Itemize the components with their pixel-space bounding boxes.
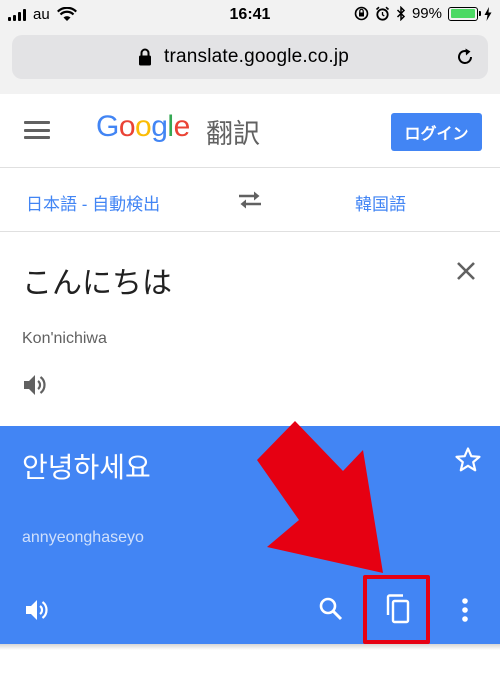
logo-letter: o <box>118 110 136 143</box>
more-vert-icon[interactable] <box>460 596 470 624</box>
source-text-input[interactable]: こんにちは <box>22 258 172 302</box>
url-text: translate.google.co.jp <box>164 46 350 67</box>
speaker-icon[interactable] <box>24 597 52 623</box>
search-icon[interactable] <box>318 596 344 622</box>
lock-icon <box>139 48 151 66</box>
app-header: Google 翻訳 ログイン <box>0 94 500 168</box>
red-arrow-icon <box>257 421 383 573</box>
status-right: 99% <box>354 5 492 22</box>
orientation-lock-icon <box>354 6 369 21</box>
reload-icon[interactable] <box>454 46 476 68</box>
star-icon[interactable] <box>454 446 482 474</box>
target-language-select[interactable]: 韓国語 <box>355 190 406 215</box>
battery-icon <box>448 6 481 21</box>
battery-percent: 99% <box>411 5 442 22</box>
bluetooth-icon <box>396 6 406 21</box>
translation-text: 안녕하세요 <box>22 452 151 483</box>
source-language-select[interactable]: 日本語 - 自動検出 <box>26 190 160 215</box>
google-logo: Google <box>96 110 190 144</box>
logo-letter: g <box>151 110 168 143</box>
source-panel: こんにちは Kon'nichiwa <box>0 232 500 426</box>
charging-icon <box>484 6 492 21</box>
app-subtitle: 翻訳 <box>206 119 260 149</box>
browser-toolbar: translate.google.co.jp <box>0 32 500 94</box>
source-romanization: Kon'nichiwa <box>22 330 107 347</box>
battery-fill <box>450 9 476 18</box>
alarm-icon <box>375 6 390 21</box>
card-shadow <box>0 644 500 650</box>
translation-romanization: annyeonghaseyo <box>22 529 144 546</box>
language-bar: 日本語 - 自動検出 韓国語 <box>0 168 500 232</box>
highlight-box <box>363 575 430 644</box>
status-bar: au 16:41 99% <box>0 0 500 32</box>
swap-icon[interactable] <box>237 189 263 211</box>
close-icon[interactable] <box>454 259 478 283</box>
logo-letter: o <box>135 110 152 143</box>
login-button[interactable]: ログイン <box>391 113 482 151</box>
logo-letter: e <box>173 110 191 143</box>
menu-icon[interactable] <box>24 121 50 139</box>
speaker-icon[interactable] <box>22 372 50 398</box>
logo-letter: G <box>96 110 119 143</box>
address-bar[interactable]: translate.google.co.jp <box>12 35 488 79</box>
